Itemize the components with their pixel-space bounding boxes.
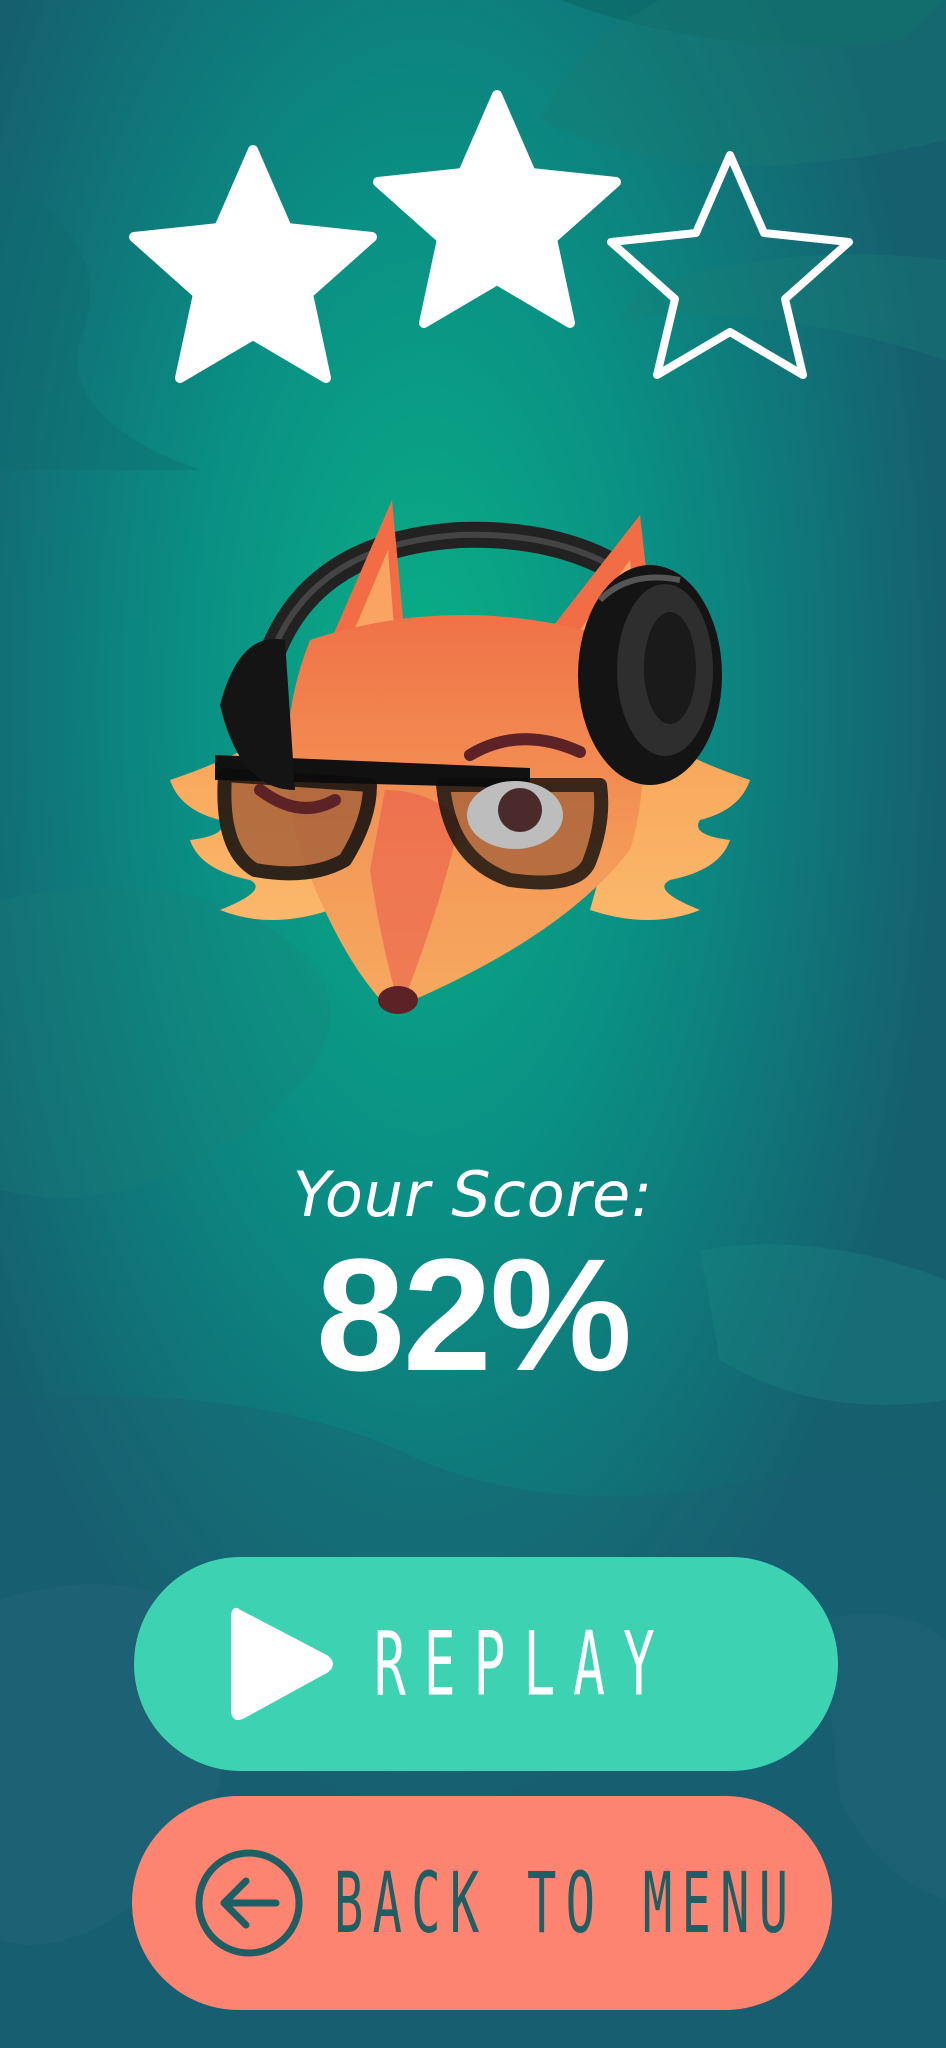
score-label: Your Score: [292,1158,654,1231]
score-value: 82% [315,1225,632,1404]
star-filled-icon [129,145,377,383]
star-rating [129,90,853,383]
replay-label: REPLAY [374,1612,673,1716]
replay-button[interactable]: REPLAY [134,1557,838,1771]
arrow-left-circle-icon [195,1849,303,1957]
star-filled-icon [373,90,621,328]
fox-with-headphones-and-glasses-icon [170,500,750,1014]
star-empty-icon [607,151,853,379]
play-icon [231,1607,333,1721]
back-to-menu-label: BACK TO MENU [334,1854,798,1952]
back-to-menu-button[interactable]: BACK TO MENU [132,1796,832,2010]
